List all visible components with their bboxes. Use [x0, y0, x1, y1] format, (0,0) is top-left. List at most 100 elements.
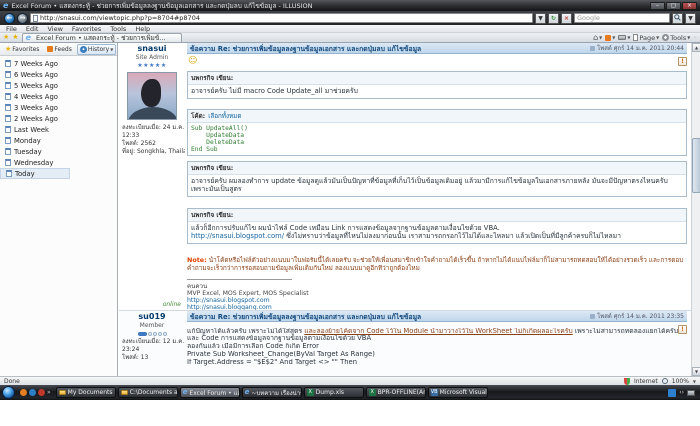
report-post-button[interactable]: ! [678, 325, 687, 334]
scrollbar-thumb[interactable] [692, 138, 700, 193]
tray-arrows-icon[interactable]: ‹› [679, 389, 684, 396]
post-header: ข้อความ Re: ช่วยการเพิ่มข้อมูลลงฐานข้อมู… [187, 43, 687, 54]
network-icon[interactable] [687, 390, 695, 396]
post-count: โพสต์: 13 [122, 354, 185, 362]
stop-button[interactable]: × [561, 13, 572, 24]
signature-link[interactable]: http://snasui.bloggang.com [187, 304, 687, 310]
history-item[interactable]: 3 Weeks Ago [0, 102, 117, 113]
taskbar-button[interactable]: XBPR-OFFLINE(Artis... [366, 387, 426, 398]
select-all-link[interactable]: เลือกทั้งหมด [208, 113, 241, 120]
overflow-chevron-icon[interactable]: » [693, 34, 697, 41]
post-header: ข้อความ Re: ช่วยการเพิ่มข้อมูลลงฐานข้อมู… [187, 311, 687, 322]
back-button[interactable]: ← [4, 13, 15, 24]
address-dropdown[interactable]: ▼ [535, 13, 546, 24]
favorites-center-icon[interactable]: ★ [3, 34, 9, 41]
menu-edit[interactable]: Edit [26, 25, 39, 33]
smiley-icon: ☺ [188, 57, 687, 66]
tab-feeds[interactable]: Feeds [44, 44, 74, 55]
taskbar-button[interactable]: XDump.xls [304, 387, 364, 398]
page-menu-button[interactable]: Page▼ [633, 34, 659, 42]
search-input[interactable] [574, 13, 670, 23]
post-subject[interactable]: ข้อความ Re: ช่วยการเพิ่มข้อมูลลงฐานข้อมู… [190, 43, 421, 54]
author-details: ลงทะเบียนเมื่อ: 12 ม.ค. 2011 23:24 โพสต์… [119, 338, 185, 362]
menu-help[interactable]: Help [135, 25, 150, 33]
clock-icon [80, 46, 87, 53]
menu-file[interactable]: File [6, 25, 17, 33]
quick-launch-chevron-icon[interactable]: » [47, 389, 51, 396]
emphasized-text: และลองย้ายโค้ดจาก Code ไว้ใน Module นำมา… [304, 328, 572, 335]
status-text: Done [4, 378, 20, 385]
search-dropdown[interactable]: ▼ [685, 13, 696, 24]
signature-link[interactable]: http://snasui.blogspot.com [187, 297, 687, 304]
forward-button[interactable]: → [17, 13, 28, 24]
scroll-up-icon[interactable]: ▲ [692, 43, 700, 52]
home-button[interactable]: ⌂▼ [593, 34, 602, 42]
history-item[interactable]: Last Week [0, 124, 117, 135]
tools-menu-button[interactable]: Tools▼ [662, 34, 690, 42]
close-button[interactable]: × [682, 2, 697, 10]
author-location: ที่อยู่: Songkhla, Thailand [122, 148, 185, 156]
refresh-button[interactable]: ↻ [548, 13, 559, 24]
history-item[interactable]: Monday [0, 135, 117, 146]
add-favorite-icon[interactable]: ★ [12, 34, 18, 41]
zoom-dropdown-icon[interactable]: ▼ [693, 379, 696, 384]
calendar-icon [5, 126, 11, 133]
history-item[interactable]: Tuesday [0, 146, 117, 157]
history-item[interactable]: 5 Weeks Ago [0, 80, 117, 91]
tab-favorites[interactable]: ★Favorites [2, 44, 42, 55]
post-body-panel: ข้อความ Re: ช่วยการเพิ่มข้อมูลลงฐานข้อมู… [185, 43, 691, 310]
tools-icon [662, 34, 669, 41]
quick-launch-icon[interactable] [29, 389, 36, 396]
excel-icon: X [369, 389, 376, 396]
visual-basic-icon: VB [431, 389, 438, 396]
start-button[interactable] [2, 386, 15, 399]
history-item[interactable]: 2 Weeks Ago [0, 113, 117, 124]
forum-post: su019 Member ลงทะเบียนเมื่อ: 12 ม.ค. 201… [119, 311, 691, 376]
history-item-today[interactable]: Today [0, 168, 70, 179]
browser-tab[interactable]: e Excel Forum • แสดงกระทู้ - ช่วยการเพิ่… [22, 33, 182, 42]
quick-launch-icon[interactable] [20, 389, 27, 396]
author-username[interactable]: su019 [138, 312, 165, 322]
post-subject[interactable]: ข้อความ Re: ช่วยการเพิ่มข้อมูลลงฐานข้อมู… [190, 311, 421, 322]
taskbar-button[interactable]: VBMicrosoft Visual Bas... [428, 387, 488, 398]
zoom-level[interactable]: 100% [672, 378, 689, 385]
address-field[interactable]: http://snasui.com/viewtopic.php?p=8704#p… [30, 13, 533, 23]
blog-link[interactable]: http://snasui.blogspot.com/ [191, 232, 284, 240]
calendar-icon [5, 159, 11, 166]
menu-tools[interactable]: Tools [110, 25, 126, 33]
menu-view[interactable]: View [47, 25, 62, 33]
feeds-button[interactable]: ▼ [605, 35, 615, 41]
post-body-panel: ข้อความ Re: ช่วยการเพิ่มข้อมูลลงฐานข้อมู… [185, 311, 691, 376]
rank-stars-icon: ★★★★★ [137, 62, 166, 69]
taskbar-button[interactable]: C:\Documents and ... [118, 387, 178, 398]
search-button[interactable] [672, 13, 683, 24]
taskbar-button[interactable]: e~บทความ เรื่องน่ารู้... [242, 387, 302, 398]
quick-launch: » [20, 389, 51, 396]
taskbar-button[interactable]: My Documents [56, 387, 116, 398]
menu-favorites[interactable]: Favorites [72, 25, 101, 33]
rank-dots-icon [138, 332, 167, 336]
taskbar-button-active[interactable]: eExcel Forum • แสด... [180, 387, 240, 398]
scroll-down-icon[interactable]: ▼ [692, 367, 700, 376]
ie-icon: e [26, 34, 31, 42]
quote-author: นพกรกิจ เขียน: [188, 72, 686, 85]
tray-app-icon[interactable] [668, 389, 676, 397]
report-post-button[interactable]: ! [678, 57, 687, 66]
author-username[interactable]: snasui [137, 44, 166, 54]
history-item[interactable]: 7 Weeks Ago [0, 58, 117, 69]
quick-launch-icon[interactable] [38, 389, 45, 396]
page-icon [633, 34, 638, 41]
minimize-button[interactable]: – [650, 2, 665, 10]
print-button[interactable]: ▼ [618, 35, 630, 40]
page-scrollbar[interactable]: ▲ ▼ [691, 43, 700, 376]
history-item[interactable]: Wednesday [0, 157, 117, 168]
address-bar: ← → http://snasui.com/viewtopic.php?p=87… [0, 11, 700, 25]
quote-text: แล้วก็อีกการปรับแก้ไข ผมนำไฟล์ Code เหมื… [188, 222, 686, 243]
avatar [127, 72, 177, 120]
folder-icon [121, 390, 128, 395]
url-text: http://snasui.com/viewtopic.php?p=8704#p… [40, 14, 200, 22]
history-item[interactable]: 4 Weeks Ago [0, 91, 117, 102]
history-item[interactable]: 6 Weeks Ago [0, 69, 117, 80]
tab-history[interactable]: History▼ [77, 44, 116, 55]
maximize-button[interactable]: ▢ [666, 2, 681, 10]
